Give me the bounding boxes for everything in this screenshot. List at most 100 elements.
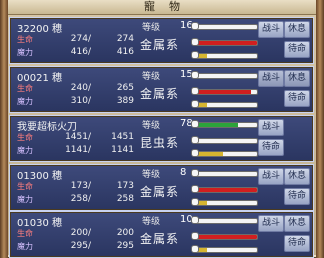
- pet-window: 寵物 32200 穗 生命 魔力 274/ 274 416/ 416 等级 16…: [0, 0, 324, 258]
- xp-bar: [194, 73, 258, 79]
- hp-value: 173/: [70, 181, 91, 191]
- mp-bar-knob: [191, 245, 199, 253]
- standby-button[interactable]: 待命: [284, 90, 310, 107]
- standby-button[interactable]: 待命: [284, 188, 310, 205]
- mp-bar-knob: [191, 198, 199, 206]
- mp-max: 416: [116, 47, 134, 57]
- mp-bar: [194, 200, 258, 206]
- pet-name: 00021 穗: [17, 73, 62, 84]
- xp-bar: [194, 171, 258, 177]
- mp-max: 389: [116, 96, 134, 106]
- mp-max: 295: [116, 241, 134, 251]
- hp-label: 生命: [17, 35, 33, 44]
- battle-button[interactable]: 战斗: [258, 215, 284, 232]
- pet-card[interactable]: 32200 穗 生命 魔力 274/ 274 416/ 416 等级 16 金属…: [9, 17, 314, 64]
- hp-max: 265: [116, 83, 134, 93]
- hp-max: 274: [116, 34, 134, 44]
- level-label: 等级: [142, 121, 161, 131]
- level-label: 等级: [142, 23, 161, 33]
- mp-bar-knob: [191, 100, 199, 108]
- hp-bar-fill: [195, 235, 257, 239]
- hp-value: 1451/: [65, 132, 91, 142]
- standby-button[interactable]: 待命: [284, 235, 310, 252]
- element-type: 金属系: [140, 38, 180, 52]
- level-label: 等级: [142, 170, 161, 180]
- hp-bar: [194, 138, 258, 144]
- battle-button[interactable]: 战斗: [258, 168, 284, 185]
- mp-bar-knob: [191, 51, 199, 59]
- hp-max: 173: [116, 181, 134, 191]
- hp-bar-knob: [191, 136, 199, 144]
- pet-card[interactable]: 我要超标火刀 生命 魔力 1451/ 1451 1141/ 1141 等级 78…: [9, 115, 314, 162]
- mp-bar: [194, 151, 258, 157]
- mp-label: 魔力: [17, 242, 33, 251]
- mp-label: 魔力: [17, 48, 33, 57]
- mp-value: 1141/: [65, 145, 91, 155]
- mp-bar-knob: [191, 149, 199, 157]
- rest-button[interactable]: 休息: [284, 215, 310, 232]
- hp-value: 240/: [70, 83, 91, 93]
- window-title: 寵物: [144, 0, 194, 13]
- mp-max: 1141: [111, 145, 134, 155]
- pet-name: 01030 穗: [17, 218, 62, 229]
- pet-card[interactable]: 00021 穗 生命 魔力 240/ 265 310/ 389 等级 15 金属…: [9, 66, 314, 113]
- battle-button[interactable]: 战斗: [258, 119, 284, 136]
- mp-bar-fill: [195, 152, 223, 156]
- rest-button[interactable]: 休息: [284, 21, 310, 38]
- standby-button[interactable]: 待命: [258, 139, 284, 156]
- title-bar[interactable]: 寵物: [8, 0, 316, 15]
- xp-bar: [194, 218, 258, 224]
- hp-value: 274/: [70, 34, 91, 44]
- xp-bar-knob: [191, 169, 199, 177]
- pet-card[interactable]: 01300 穗 生命 魔力 173/ 173 258/ 258 等级 8 金属系…: [9, 164, 314, 211]
- xp-bar-knob: [191, 71, 199, 79]
- hp-label: 生命: [17, 84, 33, 93]
- hp-bar: [194, 234, 258, 240]
- hp-value: 200/: [70, 228, 91, 238]
- element-type: 昆虫系: [140, 136, 180, 150]
- pet-name: 32200 穗: [17, 24, 62, 35]
- mp-label: 魔力: [17, 195, 33, 204]
- mp-bar: [194, 247, 258, 253]
- standby-button[interactable]: 待命: [284, 41, 310, 58]
- mp-value: 258/: [70, 194, 91, 204]
- hp-max: 1451: [111, 132, 134, 142]
- xp-bar: [194, 122, 258, 128]
- hp-bar: [194, 40, 258, 46]
- element-type: 金属系: [140, 87, 180, 101]
- hp-max: 200: [116, 228, 134, 238]
- level-label: 等级: [142, 217, 161, 227]
- hp-bar-knob: [191, 185, 199, 193]
- mp-value: 310/: [70, 96, 91, 106]
- hp-label: 生命: [17, 182, 33, 191]
- rest-button[interactable]: 休息: [284, 168, 310, 185]
- hp-bar-knob: [191, 38, 199, 46]
- mp-bar: [194, 53, 258, 59]
- xp-bar-knob: [191, 22, 199, 30]
- pet-card[interactable]: 01030 穗 生命 魔力 200/ 200 295/ 295 等级 10 金属…: [9, 211, 314, 258]
- left-border: [0, 0, 8, 258]
- level-label: 等级: [142, 72, 161, 82]
- rest-button[interactable]: 休息: [284, 70, 310, 87]
- battle-button[interactable]: 战斗: [258, 70, 284, 87]
- hp-bar-fill: [195, 41, 257, 45]
- hp-bar-knob: [191, 232, 199, 240]
- mp-value: 295/: [70, 241, 91, 251]
- hp-label: 生命: [17, 229, 33, 238]
- right-border: [316, 0, 324, 258]
- hp-bar-fill: [195, 90, 251, 94]
- hp-label: 生命: [17, 133, 33, 142]
- element-type: 金属系: [140, 185, 180, 199]
- mp-label: 魔力: [17, 97, 33, 106]
- xp-bar: [194, 24, 258, 30]
- xp-bar-fill: [195, 123, 239, 127]
- xp-bar-knob: [191, 216, 199, 224]
- mp-bar: [194, 102, 258, 108]
- hp-bar: [194, 187, 258, 193]
- mp-label: 魔力: [17, 146, 33, 155]
- pet-name: 我要超标火刀: [17, 122, 77, 133]
- battle-button[interactable]: 战斗: [258, 21, 284, 38]
- mp-max: 258: [116, 194, 134, 204]
- mp-value: 416/: [70, 47, 91, 57]
- pet-name: 01300 穗: [17, 171, 62, 182]
